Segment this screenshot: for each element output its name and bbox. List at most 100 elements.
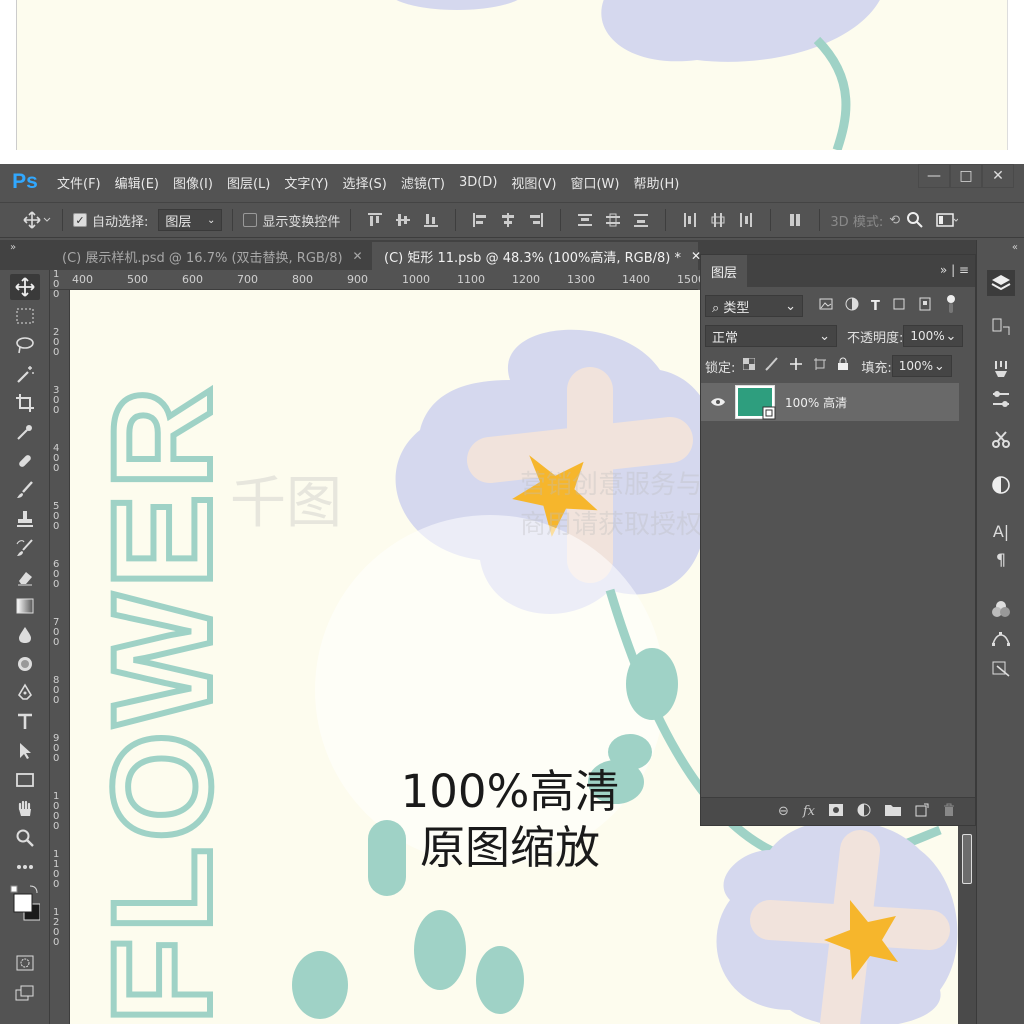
new-layer-icon[interactable]	[915, 803, 929, 821]
filter-adjustment-icon[interactable]	[845, 297, 859, 315]
blur-tool[interactable]	[10, 622, 40, 648]
distribute-left-icon[interactable]	[680, 211, 700, 229]
adjustments-dock-icon[interactable]	[987, 472, 1015, 498]
layer-row[interactable]: 100% 高清	[701, 383, 959, 421]
orbit-3d-icon[interactable]: ⟲	[889, 213, 900, 228]
collapse-toolbar-icon[interactable]: »	[10, 242, 16, 253]
tool-presets-dock-icon[interactable]	[987, 426, 1015, 452]
dodge-tool[interactable]	[10, 651, 40, 677]
move-tool-icon[interactable]	[22, 210, 52, 230]
quick-mask-icon[interactable]	[10, 950, 40, 976]
menu-file[interactable]: 文件(F)	[50, 173, 108, 192]
lock-all-icon[interactable]	[837, 357, 849, 375]
horizontal-ruler[interactable]: 400 500 600 700 800 900 1000 1100 1200 1300 1400 15…	[50, 270, 705, 290]
menu-filter[interactable]: 滤镜(T)	[394, 173, 452, 192]
healing-brush-tool[interactable]	[10, 448, 40, 474]
menu-window[interactable]: 窗口(W)	[563, 173, 626, 192]
brush-tool[interactable]	[10, 477, 40, 503]
properties-dock-icon[interactable]	[987, 386, 1015, 412]
filter-pixel-icon[interactable]	[819, 298, 833, 314]
align-right-icon[interactable]	[526, 211, 546, 229]
minimize-button[interactable]: —	[918, 164, 950, 188]
fill-input[interactable]: 100% ⌄	[891, 355, 952, 377]
align-hcenter-icon[interactable]	[498, 211, 518, 229]
close-window-button[interactable]: ✕	[982, 164, 1014, 188]
lasso-tool[interactable]	[10, 332, 40, 358]
align-bottom-icon[interactable]	[421, 211, 441, 229]
align-vcenter-icon[interactable]	[393, 211, 413, 229]
paths-dock-icon[interactable]	[987, 626, 1015, 652]
layer-name[interactable]: 100% 高清	[785, 394, 847, 411]
lock-position-icon[interactable]	[789, 357, 803, 375]
history-brush-tool[interactable]	[10, 535, 40, 561]
filter-type-icon[interactable]: T	[871, 299, 880, 314]
link-layers-icon[interactable]: ⊖	[778, 804, 789, 819]
dock-collapse-icon[interactable]: «	[1012, 242, 1018, 253]
screen-mode-icon[interactable]	[10, 980, 40, 1006]
rectangle-tool[interactable]	[10, 767, 40, 793]
tab-layers[interactable]: 图层	[701, 255, 747, 287]
vertical-scrollbar[interactable]	[958, 826, 976, 1024]
path-selection-tool[interactable]	[10, 738, 40, 764]
lock-transparent-icon[interactable]	[742, 357, 756, 374]
auto-select-checkbox[interactable]: ✓	[73, 213, 87, 227]
menu-type[interactable]: 文字(Y)	[277, 173, 335, 192]
align-top-icon[interactable]	[365, 211, 385, 229]
add-mask-icon[interactable]	[829, 803, 843, 820]
distribute-vcenter-icon[interactable]	[603, 211, 623, 229]
eyedropper-tool[interactable]	[10, 419, 40, 445]
close-icon[interactable]: ✕	[353, 249, 363, 263]
filter-kind-dropdown[interactable]: ⌕ 类型 ⌄	[705, 295, 803, 317]
search-icon[interactable]	[906, 211, 924, 229]
panel-menu-icon[interactable]: » | ≡	[940, 263, 969, 277]
eraser-tool[interactable]	[10, 564, 40, 590]
brush-settings-dock-icon[interactable]	[987, 356, 1015, 382]
channels-dock-icon[interactable]	[987, 596, 1015, 622]
menu-view[interactable]: 视图(V)	[504, 173, 563, 192]
magic-wand-tool[interactable]	[10, 361, 40, 387]
paragraph-dock-icon[interactable]: ¶	[987, 546, 1015, 572]
workspace-icon[interactable]	[936, 212, 959, 228]
layer-style-icon[interactable]: fx	[803, 804, 815, 819]
menu-image[interactable]: 图像(I)	[166, 173, 220, 192]
gradient-tool[interactable]	[10, 593, 40, 619]
maximize-button[interactable]: □	[950, 164, 982, 188]
clone-stamp-tool[interactable]	[10, 506, 40, 532]
pen-tool[interactable]	[10, 680, 40, 706]
distribute-right-icon[interactable]	[736, 211, 756, 229]
color-swatches[interactable]	[10, 882, 40, 926]
new-group-icon[interactable]	[885, 804, 901, 820]
lock-artboard-icon[interactable]	[813, 357, 827, 375]
auto-align-icon[interactable]	[785, 211, 805, 229]
distribute-top-icon[interactable]	[575, 211, 595, 229]
tab-showcase-doc[interactable]: (C) 展示样机.psd @ 16.7% (双击替换, RGB/8) ✕	[50, 242, 370, 270]
eye-icon[interactable]	[701, 397, 735, 407]
history-dock-icon[interactable]	[987, 314, 1015, 340]
vertical-ruler[interactable]: 100 200 300 400 500 600 700 800 900 1000 1100 1200	[50, 270, 70, 1024]
menu-3d[interactable]: 3D(D)	[452, 175, 504, 190]
marquee-tool[interactable]	[10, 303, 40, 329]
auto-select-dropdown[interactable]: 图层 ⌄	[158, 209, 223, 231]
scroll-thumb[interactable]	[962, 834, 972, 884]
new-adjustment-icon[interactable]	[857, 803, 871, 821]
blend-mode-dropdown[interactable]: 正常 ⌄	[705, 325, 837, 347]
distribute-bottom-icon[interactable]	[631, 211, 651, 229]
move-tool[interactable]	[10, 274, 40, 300]
menu-select[interactable]: 选择(S)	[335, 173, 393, 192]
filter-toggle-icon[interactable]	[946, 294, 956, 318]
distribute-hcenter-icon[interactable]	[708, 211, 728, 229]
tab-rectangle-doc[interactable]: (C) 矩形 11.psb @ 48.3% (100%高清, RGB/8) * …	[372, 242, 701, 270]
glyphs-dock-icon[interactable]	[987, 656, 1015, 682]
delete-layer-icon[interactable]	[943, 803, 955, 821]
hand-tool[interactable]	[10, 796, 40, 822]
menu-help[interactable]: 帮助(H)	[626, 173, 686, 192]
crop-tool[interactable]	[10, 390, 40, 416]
menu-layer[interactable]: 图层(L)	[220, 173, 277, 192]
filter-smart-object-icon[interactable]	[918, 297, 932, 315]
layers-dock-icon[interactable]	[987, 270, 1015, 296]
opacity-input[interactable]: 100% ⌄	[903, 325, 964, 347]
zoom-tool[interactable]	[10, 825, 40, 851]
character-dock-icon[interactable]: A|	[987, 518, 1015, 544]
filter-shape-icon[interactable]	[892, 297, 906, 315]
type-tool[interactable]	[10, 709, 40, 735]
